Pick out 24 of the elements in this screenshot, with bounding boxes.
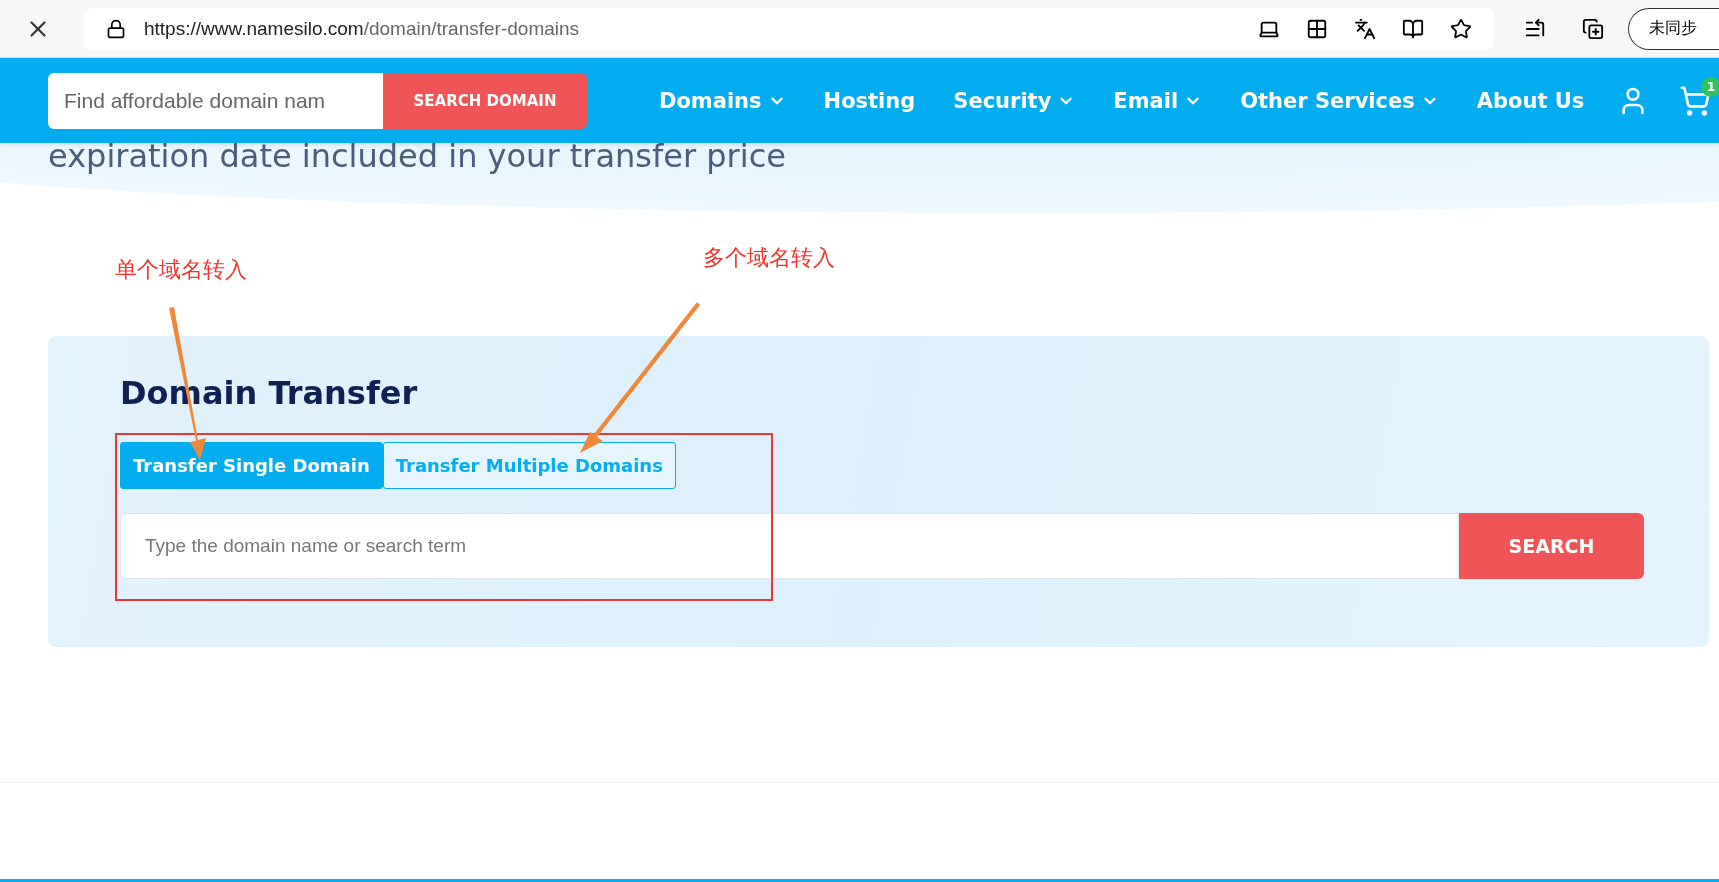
profile-button[interactable]: 未同步 bbox=[1628, 7, 1719, 50]
address-bar[interactable]: https://www.namesilo.com/domain/transfer-domains bbox=[84, 7, 1494, 50]
domain-search-field[interactable]: Find affordable domain nam bbox=[48, 72, 383, 129]
grid-icon[interactable] bbox=[1306, 17, 1328, 40]
nav-link[interactable]: About Us bbox=[1476, 88, 1585, 113]
domain-input[interactable]: Type the domain name or search term bbox=[120, 513, 1459, 579]
nav-link[interactable]: Hosting bbox=[823, 88, 916, 113]
nav-link[interactable]: Email bbox=[1113, 88, 1203, 113]
nav-link[interactable]: Other Services bbox=[1240, 88, 1439, 113]
transfer-tab[interactable]: Transfer Single Domain bbox=[120, 442, 383, 489]
nav-link[interactable]: Domains bbox=[659, 88, 786, 113]
collections-icon[interactable] bbox=[1582, 17, 1604, 40]
book-icon[interactable] bbox=[1402, 17, 1424, 40]
star-icon[interactable] bbox=[1450, 17, 1472, 40]
nav-link[interactable]: Security bbox=[953, 88, 1076, 113]
cart-count: 1 bbox=[1701, 76, 1719, 97]
intro-heading: expiration date included in your transfer price bbox=[48, 137, 787, 175]
lock-icon bbox=[106, 18, 126, 39]
search-button[interactable]: SEARCH bbox=[1459, 513, 1644, 579]
annotation-label: 单个域名转入 bbox=[115, 256, 247, 284]
transfer-tab[interactable]: Transfer Multiple Domains bbox=[382, 442, 676, 489]
url-text: https://www.namesilo.com/domain/transfer-domains bbox=[144, 17, 581, 40]
search-domain-button[interactable]: SEARCH DOMAIN bbox=[383, 72, 587, 129]
annotation-label: 多个域名转入 bbox=[703, 244, 835, 272]
